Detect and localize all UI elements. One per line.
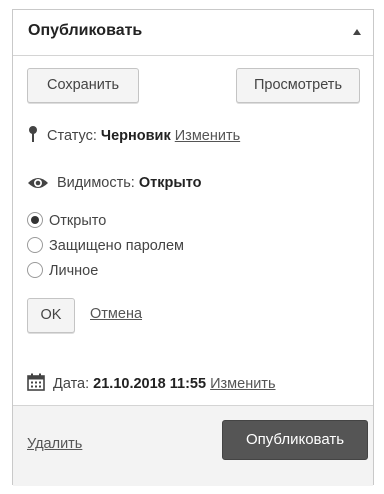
preview-button[interactable]: Просмотреть xyxy=(236,68,360,103)
visibility-row: Видимость: Открыто xyxy=(27,175,202,194)
status-row: Статус: Черновик Изменить xyxy=(27,125,240,147)
eye-icon xyxy=(27,176,49,194)
cancel-link[interactable]: Отмена xyxy=(90,306,142,322)
save-button[interactable]: Сохранить xyxy=(27,68,139,103)
visibility-value: Открыто xyxy=(138,175,202,191)
radio-label: Открыто xyxy=(49,213,107,229)
radio-button[interactable] xyxy=(27,262,43,278)
panel-footer: Удалить Опубликовать xyxy=(13,405,373,486)
visibility-label: Видимость: xyxy=(57,175,135,191)
date-row: Дата: 21.10.2018 11:55 Изменить xyxy=(27,373,276,395)
status-edit-link[interactable]: Изменить xyxy=(175,128,240,144)
publish-button[interactable]: Опубликовать xyxy=(222,420,368,460)
radio-option-password[interactable]: Защищено паролем xyxy=(27,237,184,254)
publish-panel: Опубликовать Сохранить Просмотреть Стату… xyxy=(12,9,374,486)
radio-option-private[interactable]: Личное xyxy=(27,262,98,279)
status-value: Черновик xyxy=(100,128,171,144)
date-label: Дата: xyxy=(53,376,90,392)
collapse-arrow-icon[interactable] xyxy=(353,29,361,35)
radio-button[interactable] xyxy=(27,237,43,253)
radio-label: Личное xyxy=(49,263,99,279)
ok-button[interactable]: OK xyxy=(27,298,75,333)
pin-icon xyxy=(27,125,39,147)
radio-button[interactable] xyxy=(27,212,43,228)
calendar-icon xyxy=(27,373,45,395)
panel-header: Опубликовать xyxy=(13,10,373,56)
radio-option-public[interactable]: Открыто xyxy=(27,212,106,229)
date-value: 21.10.2018 11:55 xyxy=(93,376,207,392)
status-label: Статус: xyxy=(47,128,97,144)
panel-title: Опубликовать xyxy=(28,22,143,39)
date-edit-link[interactable]: Изменить xyxy=(210,376,275,392)
radio-label: Защищено паролем xyxy=(49,238,185,254)
delete-link[interactable]: Удалить xyxy=(27,436,82,452)
